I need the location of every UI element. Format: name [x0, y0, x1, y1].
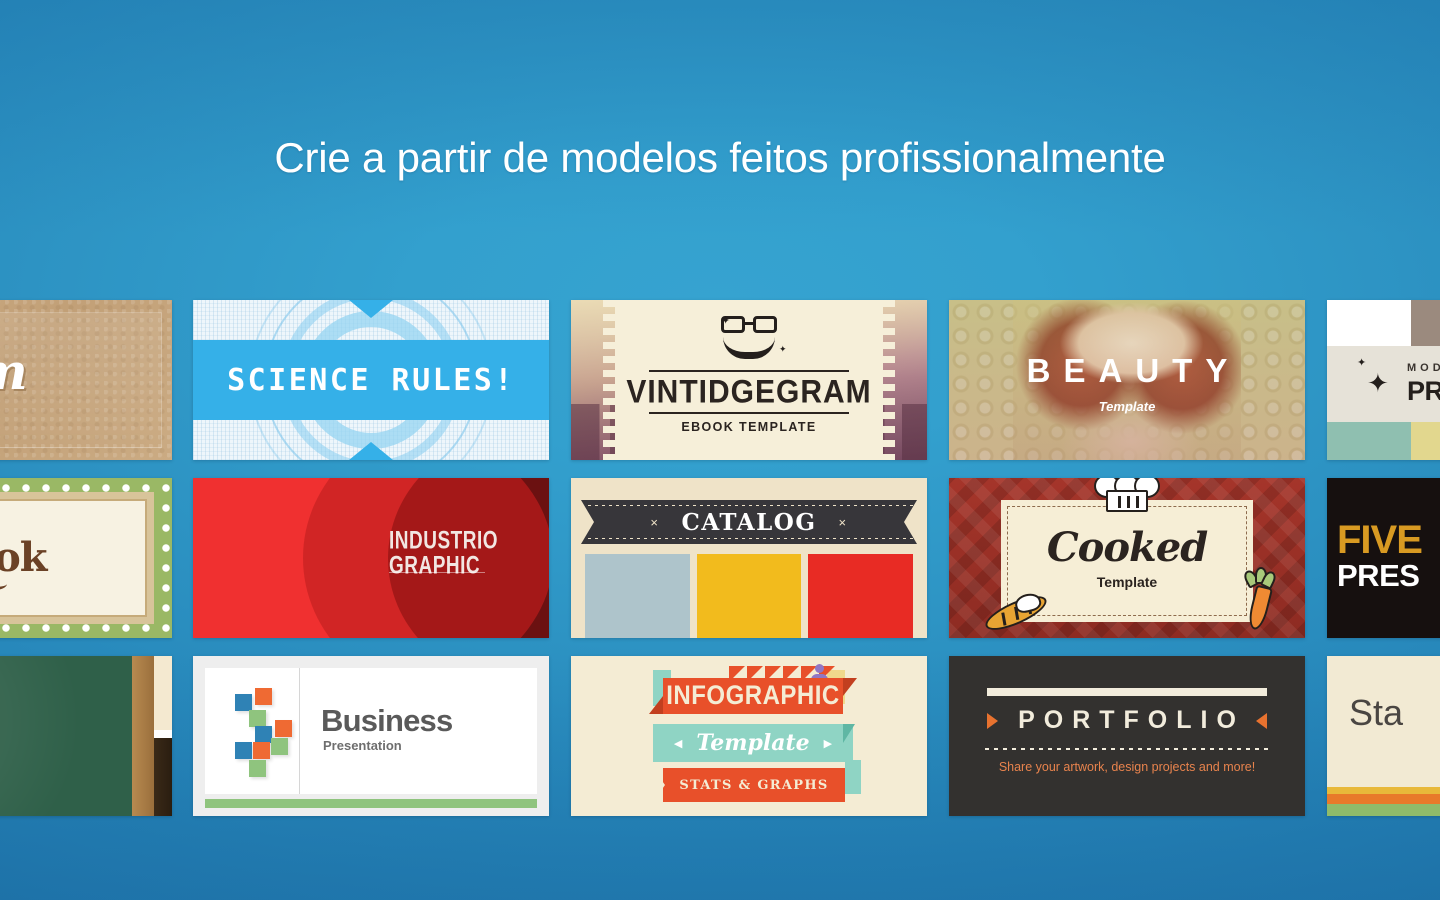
chalkboard-frame-right [132, 656, 154, 816]
science-top-arrow-icon [349, 300, 393, 318]
industrio-title-line2: GRAPHIC [389, 551, 481, 580]
five-title-line1: FIVE [1337, 518, 1423, 562]
startup-stripe-green [1327, 804, 1440, 816]
chalkboard [0, 656, 132, 816]
carrot-icon [1241, 567, 1279, 632]
vintage-rule-bottom [649, 412, 849, 414]
modern-block-taupe [1411, 300, 1440, 346]
template-card-cooked[interactable]: Cooked Template [949, 478, 1305, 638]
template-card-portfolio[interactable]: PORTFOLIO Share your artwork, design pro… [949, 656, 1305, 816]
science-bottom-arrow-icon [349, 442, 393, 460]
cooked-title: Cooked [1046, 524, 1208, 571]
arrow-right-icon: ▶ [823, 736, 833, 750]
vintage-rule-top [649, 370, 849, 372]
industrio-title-line1: INDUSTRIO [389, 527, 498, 556]
scrapbook-title: book [0, 534, 48, 581]
science-title: SCIENCE RULES! [227, 362, 515, 398]
catalog-banner-text: × CATALOG × [571, 500, 927, 544]
modern-block-yellow [1411, 422, 1440, 460]
five-title-line2: PRES [1337, 558, 1420, 593]
business-green-bar [205, 799, 537, 808]
template-card-catalog[interactable]: × CATALOG × [571, 478, 927, 638]
template-card-modern-presentation[interactable]: ✦ ✦ MOD PRE [1327, 300, 1440, 460]
modern-title-large: PRE [1407, 376, 1440, 406]
portfolio-title: PORTFOLIO [1018, 706, 1245, 734]
business-divider [299, 668, 300, 794]
template-card-vintidgegram[interactable]: ✦ ✦ VINTIDGEGRAM EBOOK TEMPLATE [571, 300, 927, 460]
catalog-title: CATALOG [681, 508, 817, 536]
template-card-industrio-graphic[interactable]: INDUSTRIO GRAPHIC [193, 478, 549, 638]
sparkle-icon-1: ✦ [721, 315, 731, 327]
vintidgegram-title: VINTIDGEGRAM [626, 374, 872, 411]
infographic-subtitle-row: ◀ Template ▶ [653, 724, 853, 762]
catalog-mark-left: × [650, 514, 660, 530]
template-gallery-grid: album FROM VACATIONS, AND MORE! SCIENCE … [0, 295, 1440, 825]
catalog-block-1 [585, 554, 690, 638]
vintidgegram-subtitle: EBOOK TEMPLATE [681, 420, 817, 434]
mustache-icon [723, 337, 775, 359]
page-title: Crie a partir de modelos feitos profissi… [274, 134, 1166, 181]
infographic-banner3-tail [845, 760, 861, 794]
beauty-subtitle: Template [1098, 399, 1156, 414]
template-card-beauty[interactable]: BEAUTY Template [949, 300, 1305, 460]
infographic-banner1-fold-right [843, 678, 857, 714]
template-card-scrapbook[interactable]: book [0, 478, 172, 638]
startup-stripe-yellow [1327, 787, 1440, 794]
industrio-underline [389, 572, 485, 573]
catalog-block-3 [808, 554, 914, 638]
template-card-science-rules[interactable]: SCIENCE RULES! [193, 300, 549, 460]
sparkle-icon-small: ✦ [1357, 357, 1367, 369]
album-title: album [0, 342, 28, 401]
infographic-title: INFOGRAPHIC [666, 680, 840, 711]
business-title: Business [321, 703, 453, 738]
template-card-startup[interactable]: Sta [1327, 656, 1440, 816]
catalog-mark-right: × [838, 514, 848, 530]
beauty-title: BEAUTY [1026, 352, 1241, 389]
arrow-left-icon: ◀ [673, 736, 683, 750]
school-paper [154, 656, 172, 730]
infographic-subtitle: Template [696, 730, 810, 756]
infographic-banner1-fold-left [649, 678, 663, 714]
portfolio-dotted-rule [985, 748, 1269, 750]
infographic-footer: STATS & GRAPHS [679, 777, 829, 793]
portfolio-bg [949, 656, 1305, 816]
portfolio-subtitle: Share your artwork, design projects and … [998, 760, 1256, 774]
school-paper-edge [154, 730, 172, 738]
modern-block-white [1327, 300, 1411, 346]
startup-stripe-orange [1327, 794, 1440, 804]
template-card-album[interactable]: album FROM VACATIONS, AND MORE! [0, 300, 172, 460]
template-card-infographic[interactable]: INFOGRAPHIC ◀ Template ▶ STATS & GRAPHS [571, 656, 927, 816]
template-card-business-presentation[interactable]: Business Presentation [193, 656, 549, 816]
catalog-block-2 [696, 554, 802, 638]
template-card-school-report[interactable]: ☆ ool ort [0, 656, 172, 816]
portfolio-top-bar [987, 688, 1267, 696]
sparkle-icon-large: ✦ [1367, 368, 1389, 398]
business-subtitle: Presentation [323, 738, 402, 753]
chef-hat-band [1106, 490, 1148, 512]
sparkle-icon-2: ✦ [779, 344, 787, 354]
modern-title-small: MOD [1407, 362, 1440, 374]
modern-block-teal [1327, 422, 1411, 460]
chef-hat-icon [1094, 478, 1160, 512]
startup-title: Sta [1349, 692, 1404, 733]
template-card-five-presentation[interactable]: FIVE PRES [1327, 478, 1440, 638]
catalog-color-blocks [585, 554, 914, 638]
